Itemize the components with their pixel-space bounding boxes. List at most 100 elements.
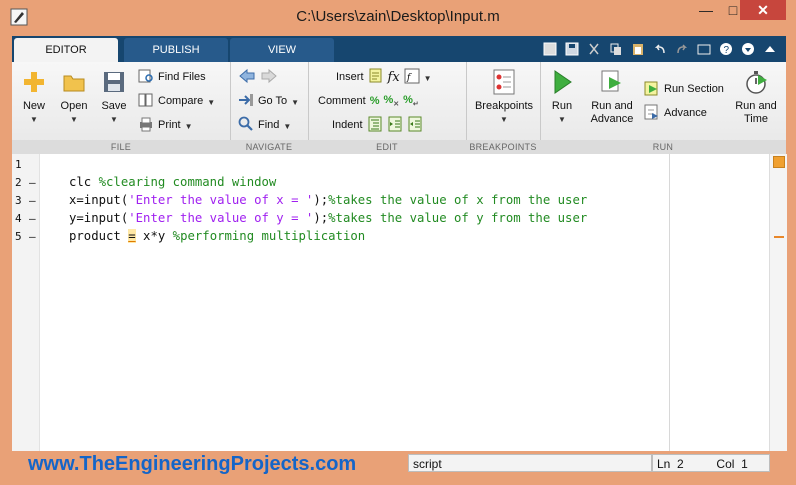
layout-icon[interactable] — [540, 39, 560, 59]
chevron-down-icon: ▼ — [30, 115, 38, 124]
group-file: New ▼ Open ▼ Save ▼ Find Files Compare ▼ — [12, 62, 231, 154]
back-arrow-icon[interactable] — [238, 68, 256, 87]
breakpoints-button[interactable]: Breakpoints ▼ — [472, 68, 536, 124]
run-and-advance-button[interactable]: Run and Advance — [584, 68, 640, 126]
forward-arrow-icon[interactable] — [260, 68, 278, 87]
code-line[interactable]: product = x*y %performing multiplication — [69, 229, 365, 243]
code-editor[interactable]: 1 2 3 4 5 – – – – clc %clearing command … — [12, 154, 787, 451]
matlab-editor-window: C:\Users\zain\Desktop\Input.m — □ ✕ EDIT… — [0, 0, 796, 485]
switch-windows-icon[interactable] — [694, 39, 714, 59]
breakpoints-icon — [472, 68, 536, 96]
increase-indent-icon[interactable] — [387, 116, 403, 135]
group-label-edit: EDIT — [308, 140, 466, 154]
save-icon[interactable] — [562, 39, 582, 59]
insert-function-icon[interactable]: fx — [388, 70, 400, 85]
insert-section-icon[interactable] — [368, 68, 384, 87]
run-button[interactable]: Run ▼ — [540, 68, 584, 124]
group-label-run: RUN — [540, 140, 786, 154]
title-bar: C:\Users\zain\Desktop\Input.m — □ ✕ — [0, 0, 796, 34]
run-section-button[interactable]: Run Section — [644, 79, 724, 99]
advance-icon — [644, 104, 660, 123]
group-label-navigate: NAVIGATE — [230, 140, 308, 154]
find-button[interactable]: Find ▼ — [238, 115, 291, 135]
options-dropdown-icon[interactable] — [738, 39, 758, 59]
wrap-comments-icon[interactable]: %↵ — [403, 94, 419, 108]
insert-fi-icon[interactable]: f — [404, 68, 420, 87]
open-button[interactable]: Open ▼ — [52, 68, 96, 124]
find-files-icon — [138, 68, 154, 87]
right-text-limit-line — [669, 154, 670, 451]
status-bar: www.TheEngineeringProjects.com script Ln… — [12, 451, 786, 475]
go-to-button[interactable]: Go To ▼ — [238, 91, 299, 111]
file-type-field: script — [408, 454, 652, 472]
uncomment-icon[interactable]: %✕ — [383, 94, 399, 108]
printer-icon — [138, 116, 154, 135]
line-number: 3 — [15, 194, 22, 207]
minimize-button[interactable]: — — [692, 0, 720, 20]
col-value: 1 — [741, 457, 748, 471]
warning-line-marker[interactable] — [774, 236, 784, 238]
toolstrip-ribbon: New ▼ Open ▼ Save ▼ Find Files Compare ▼ — [12, 62, 786, 155]
chevron-down-icon: ▼ — [291, 97, 300, 107]
code-line[interactable]: clc %clearing command window — [69, 175, 276, 189]
tab-view[interactable]: VIEW — [230, 38, 334, 62]
stopwatch-icon — [730, 68, 782, 96]
close-button[interactable]: ✕ — [740, 0, 786, 20]
paste-icon[interactable] — [628, 39, 648, 59]
chevron-down-icon: ▼ — [500, 115, 508, 124]
breakpoint-marker[interactable]: – — [29, 212, 36, 225]
insert-row: Insert fx f ▼ — [336, 68, 432, 87]
comment-icon[interactable]: % — [370, 95, 380, 107]
run-and-time-button[interactable]: Run and Time — [730, 68, 782, 126]
cut-icon[interactable] — [584, 39, 604, 59]
decrease-indent-icon[interactable] — [407, 116, 423, 135]
copy-icon[interactable] — [606, 39, 626, 59]
chevron-down-icon: ▼ — [558, 115, 566, 124]
chevron-down-icon: ▼ — [70, 115, 78, 124]
chevron-down-icon[interactable]: ▼ — [424, 74, 432, 83]
compare-button[interactable]: Compare ▼ — [138, 91, 215, 111]
help-icon[interactable]: ? — [716, 39, 736, 59]
window-title: C:\Users\zain\Desktop\Input.m — [296, 8, 500, 25]
save-button[interactable]: Save ▼ — [92, 68, 136, 124]
warning-highlight: = — [128, 229, 136, 243]
watermark-website: www.TheEngineeringProjects.com — [28, 453, 357, 475]
print-button[interactable]: Print ▼ — [138, 115, 193, 135]
new-icon — [12, 68, 56, 96]
svg-text:?: ? — [724, 45, 730, 56]
line-number: 1 — [15, 158, 22, 171]
back-forward-buttons — [238, 67, 278, 87]
cursor-position-field: Ln 2 Col 1 — [652, 454, 770, 472]
toolstrip-tabs: EDITOR PUBLISH VIEW ? — [12, 36, 786, 62]
code-line[interactable]: x=input('Enter the value of x = ');%take… — [69, 193, 587, 207]
group-label-file: FILE — [12, 140, 230, 154]
redo-icon[interactable] — [672, 39, 692, 59]
collapse-toolstrip-icon[interactable] — [760, 39, 780, 59]
compare-icon — [138, 92, 154, 111]
chevron-down-icon: ▼ — [110, 115, 118, 124]
line-number: 2 — [15, 176, 22, 189]
warning-status-indicator[interactable] — [773, 156, 785, 168]
smart-indent-icon[interactable] — [367, 116, 383, 135]
find-files-button[interactable]: Find Files — [138, 67, 206, 87]
line-value: 2 — [677, 457, 684, 471]
message-bar[interactable] — [769, 154, 787, 451]
group-breakpoints: Breakpoints ▼ BREAKPOINTS — [466, 62, 541, 154]
tab-publish[interactable]: PUBLISH — [124, 38, 228, 62]
go-to-icon — [238, 92, 254, 111]
chevron-down-icon: ▼ — [184, 121, 193, 131]
undo-icon[interactable] — [650, 39, 670, 59]
breakpoint-marker[interactable]: – — [29, 194, 36, 207]
line-number-gutter: 1 2 3 4 5 – – – – — [12, 154, 40, 451]
advance-button[interactable]: Advance — [644, 103, 707, 123]
floppy-disk-icon — [92, 68, 136, 96]
chevron-down-icon: ▼ — [207, 97, 216, 107]
run-play-icon — [540, 68, 584, 96]
run-section-icon — [644, 80, 660, 99]
breakpoint-marker[interactable]: – — [29, 230, 36, 243]
new-button[interactable]: New ▼ — [12, 68, 56, 124]
quick-access-toolbar: ? — [540, 39, 780, 59]
tab-editor[interactable]: EDITOR — [14, 38, 118, 62]
breakpoint-marker[interactable]: – — [29, 176, 36, 189]
code-line[interactable]: y=input('Enter the value of y = ');%take… — [69, 211, 587, 225]
